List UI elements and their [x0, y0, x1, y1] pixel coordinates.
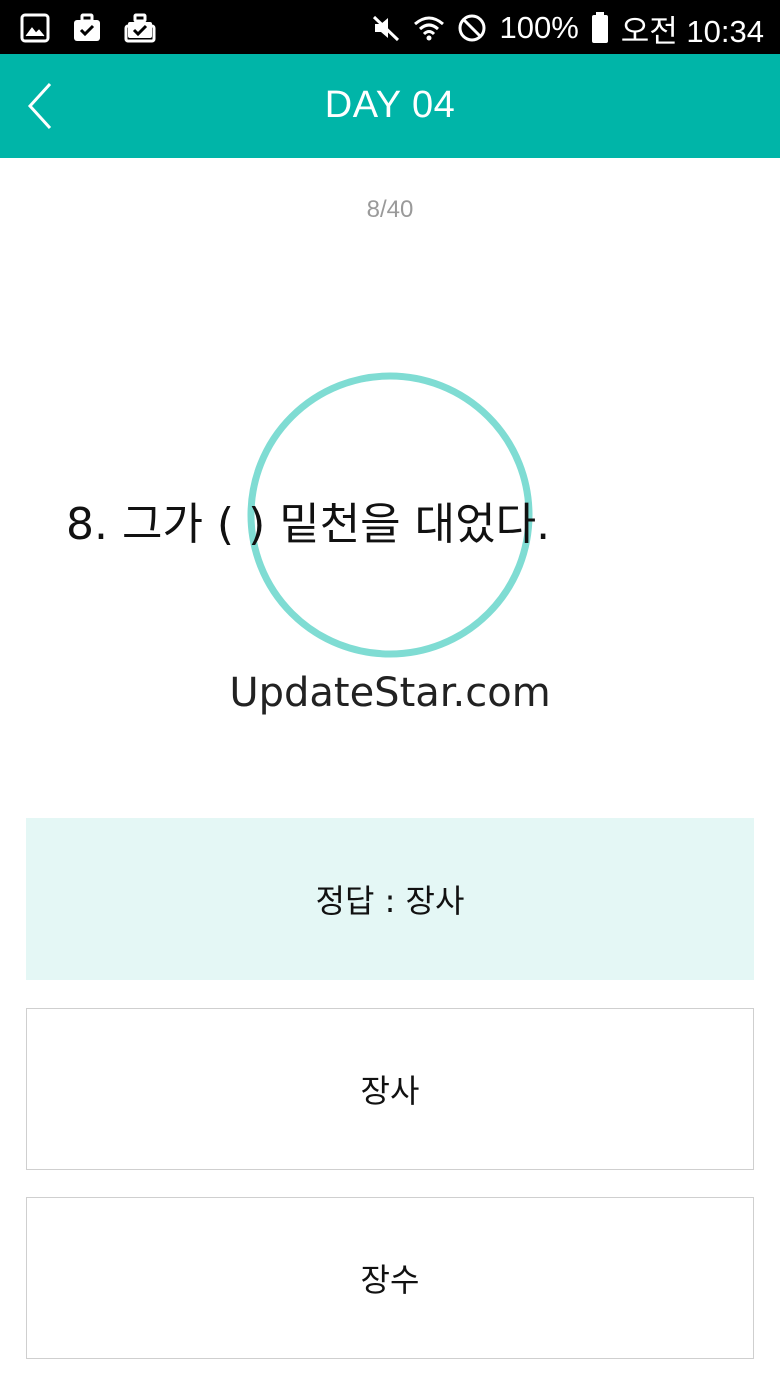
- wifi-icon: [413, 12, 445, 44]
- status-bar: 100% 오전 10:34: [0, 0, 780, 54]
- briefcase-check-icon: [72, 13, 102, 43]
- page-title: DAY 04: [324, 84, 456, 126]
- clock: 오전 10:34: [620, 13, 764, 49]
- battery-percent: 100%: [499, 10, 579, 45]
- gallery-icon: [20, 13, 50, 43]
- app-bar: DAY 04: [0, 54, 780, 158]
- answer-option-1[interactable]: 장사: [26, 1008, 754, 1170]
- mute-icon: [371, 13, 401, 43]
- question-text: 8. 그가 ( ) 밑천을 대었다.: [66, 499, 551, 550]
- answer-option-2[interactable]: 장수: [26, 1197, 754, 1359]
- battery-icon: [591, 12, 609, 44]
- notification-icons: [20, 12, 156, 44]
- question-progress: 8/40: [366, 196, 414, 223]
- correct-answer-box: 정답 : 장사: [26, 818, 754, 980]
- watermark-text: UpdateStar.com: [229, 670, 551, 716]
- answer-option-label: 장사: [360, 1072, 420, 1110]
- app-screen: 100% 오전 10:34 DAY 04 8/40 8. 그가 ( ) 밑천을 …: [0, 0, 780, 1386]
- briefcase-stack-icon: [124, 13, 156, 43]
- no-sync-icon: [457, 13, 487, 43]
- system-indicators: 100% 오전 10:34: [371, 8, 764, 49]
- correct-answer-label: 정답 : 장사: [315, 882, 465, 920]
- answer-option-label: 장수: [360, 1261, 420, 1299]
